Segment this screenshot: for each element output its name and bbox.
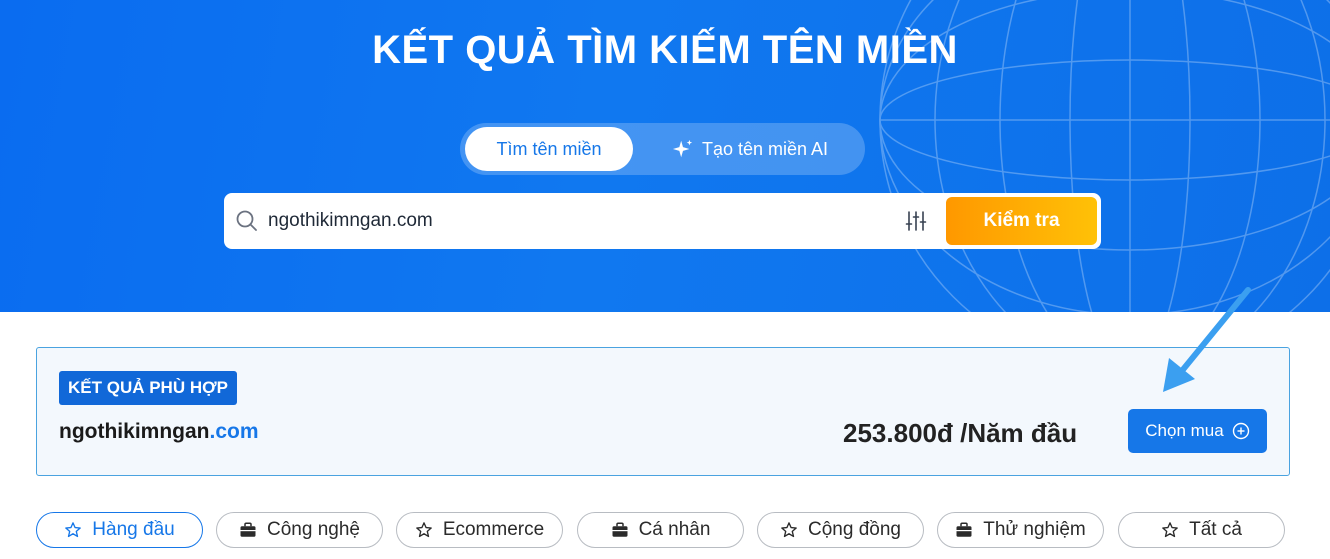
hero-banner: KẾT QUẢ TÌM KIẾM TÊN MIỀN Tìm tên miền T…: [0, 0, 1330, 312]
buy-button-label: Chọn mua: [1145, 421, 1224, 440]
annotation-arrow-icon: [1163, 287, 1251, 392]
category-tab-all[interactable]: Tất cả: [1118, 512, 1285, 548]
briefcase-icon: [956, 522, 972, 537]
category-tab-experimental[interactable]: Thử nghiệm: [937, 512, 1104, 548]
match-badge: KẾT QUẢ PHÙ HỢP: [59, 371, 237, 405]
star-icon: [65, 522, 82, 538]
tab-find-domain-label: Tìm tên miền: [496, 138, 602, 159]
star-icon: [1162, 522, 1178, 538]
category-tab-label: Hàng đầu: [92, 519, 175, 540]
domain-name-text: ngothikimngan: [59, 420, 210, 443]
tab-find-domain[interactable]: Tìm tên miền: [465, 127, 633, 171]
sparkle-icon: [672, 139, 693, 158]
category-tab-community[interactable]: Cộng đồng: [757, 512, 924, 548]
tab-ai-domain-label: Tạo tên miền AI: [701, 138, 829, 159]
check-domain-button[interactable]: Kiểm tra: [946, 197, 1097, 245]
category-tab-top[interactable]: Hàng đầu: [36, 512, 203, 548]
category-tab-label: Công nghệ: [267, 519, 360, 540]
matching-result-card: KẾT QUẢ PHÙ HỢP ngothikimngan.com 253.80…: [36, 347, 1290, 476]
domain-search-bar: Kiểm tra: [224, 193, 1101, 249]
category-tab-label: Cộng đồng: [808, 519, 901, 540]
buy-button[interactable]: Chọn mua: [1128, 409, 1267, 453]
plus-circle-icon: [1232, 422, 1249, 440]
category-tab-label: Cá nhân: [638, 519, 711, 540]
search-icon: [236, 210, 257, 231]
star-icon: [415, 522, 432, 538]
filter-settings-icon[interactable]: [904, 209, 928, 233]
search-mode-toggle: Tìm tên miền Tạo tên miền AI: [460, 123, 865, 175]
domain-search-input[interactable]: [268, 201, 888, 241]
domain-tld: .com: [209, 420, 259, 443]
category-tab-label: Ecommerce: [442, 519, 545, 540]
page-title: KẾT QUẢ TÌM KIẾM TÊN MIỀN: [372, 28, 958, 72]
tab-ai-domain[interactable]: Tạo tên miền AI: [650, 127, 850, 171]
domain-price: 253.800đ /Năm đầu: [843, 418, 1078, 448]
category-tab-personal[interactable]: Cá nhân: [577, 512, 744, 548]
category-tab-ecommerce[interactable]: Ecommerce: [396, 512, 563, 548]
result-domain: ngothikimngan.com: [59, 420, 259, 444]
briefcase-icon: [240, 522, 256, 537]
star-icon: [781, 522, 797, 538]
category-tab-label: Tất cả: [1189, 519, 1242, 540]
category-tab-label: Thử nghiệm: [983, 519, 1086, 540]
category-tab-technology[interactable]: Công nghệ: [216, 512, 383, 548]
briefcase-icon: [612, 522, 628, 537]
